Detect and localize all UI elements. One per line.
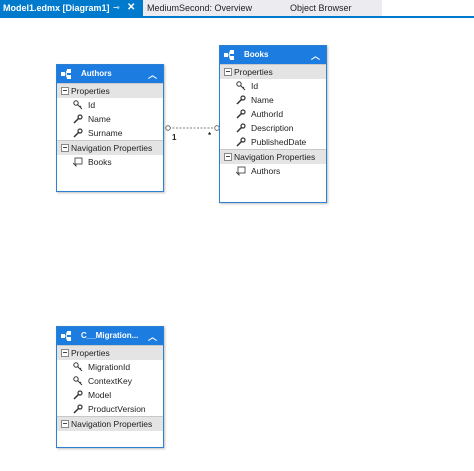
association-end-left-icon	[165, 125, 171, 131]
entity-authors[interactable]: Authors ︿ Properties Id Name Surname Nav…	[56, 64, 164, 192]
key-icon	[236, 81, 246, 91]
entity-name: Books	[244, 50, 269, 59]
property-row-publisheddate[interactable]: PublishedDate	[220, 135, 326, 149]
property-row-migrationid[interactable]: MigrationId	[57, 360, 163, 374]
property-row-productversion[interactable]: ProductVersion	[57, 402, 163, 416]
property-row-authorid[interactable]: AuthorId	[220, 107, 326, 121]
property-row-contextkey[interactable]: ContextKey	[57, 374, 163, 388]
properties-section-header[interactable]: Properties	[57, 83, 163, 98]
property-row-surname[interactable]: Surname	[57, 126, 163, 140]
collapse-chevron-icon[interactable]: ︿	[311, 47, 320, 65]
multiplicity-one: 1	[172, 133, 177, 142]
property-row-id[interactable]: Id	[220, 79, 326, 93]
navigation-row-authors[interactable]: Authors	[220, 164, 326, 178]
property-row-id[interactable]: Id	[57, 98, 163, 112]
entity-type-icon	[224, 50, 234, 60]
entity-books[interactable]: Books ︿ Properties Id Name AuthorId Desc…	[219, 45, 327, 203]
property-row-name[interactable]: Name	[220, 93, 326, 107]
entity-type-icon	[61, 331, 71, 341]
property-row-model[interactable]: Model	[57, 388, 163, 402]
collapse-minus-icon[interactable]	[224, 153, 232, 161]
wrench-icon	[73, 390, 83, 400]
properties-section-header[interactable]: Properties	[220, 64, 326, 79]
entity-header[interactable]: C__Migration... ︿	[57, 327, 163, 345]
wrench-icon	[73, 114, 83, 124]
collapse-chevron-icon[interactable]: ︿	[148, 328, 157, 346]
entity-name: C__Migration...	[81, 331, 139, 340]
navigation-property-icon	[236, 166, 246, 176]
entity-type-icon	[61, 69, 71, 79]
wrench-icon	[236, 109, 246, 119]
collapse-minus-icon[interactable]	[61, 349, 69, 357]
collapse-minus-icon[interactable]	[61, 144, 69, 152]
navigation-section-header[interactable]: Navigation Properties	[57, 140, 163, 155]
wrench-icon	[236, 95, 246, 105]
key-icon	[73, 376, 83, 386]
entity-migration-history[interactable]: C__Migration... ︿ Properties MigrationId…	[56, 326, 164, 448]
wrench-icon	[236, 123, 246, 133]
collapse-chevron-icon[interactable]: ︿	[148, 66, 157, 84]
entity-header[interactable]: Authors ︿	[57, 65, 163, 83]
key-icon	[73, 362, 83, 372]
navigation-section-header[interactable]: Navigation Properties	[57, 416, 163, 431]
multiplicity-many: *	[208, 131, 212, 140]
wrench-icon	[73, 404, 83, 414]
collapse-minus-icon[interactable]	[61, 87, 69, 95]
key-icon	[73, 100, 83, 110]
entity-name: Authors	[81, 69, 112, 78]
navigation-property-icon	[73, 157, 83, 167]
wrench-icon	[236, 137, 246, 147]
wrench-icon	[73, 128, 83, 138]
collapse-minus-icon[interactable]	[224, 68, 232, 76]
collapse-minus-icon[interactable]	[61, 420, 69, 428]
properties-section-header[interactable]: Properties	[57, 345, 163, 360]
navigation-section-header[interactable]: Navigation Properties	[220, 149, 326, 164]
navigation-row-books[interactable]: Books	[57, 155, 163, 169]
property-row-name[interactable]: Name	[57, 112, 163, 126]
property-row-description[interactable]: Description	[220, 121, 326, 135]
entity-header[interactable]: Books ︿	[220, 46, 326, 64]
